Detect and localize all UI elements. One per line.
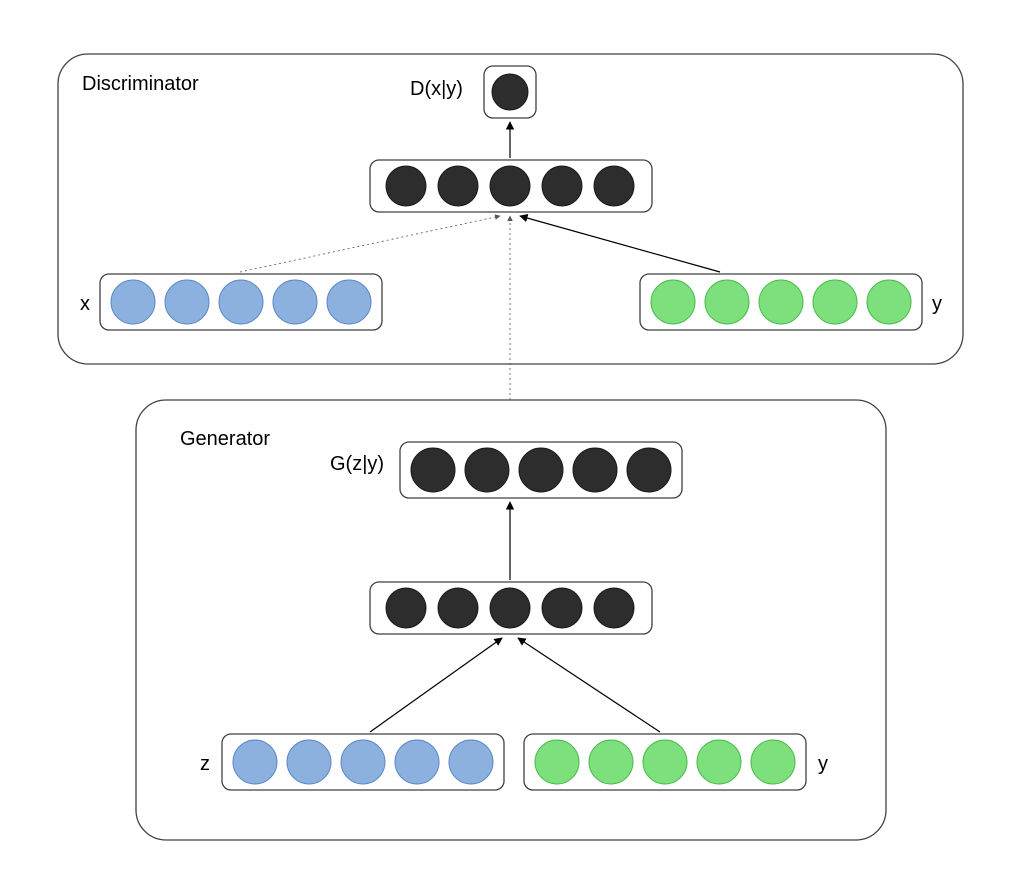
d_input_x-node (327, 280, 371, 324)
g_hidden-node (542, 588, 582, 628)
g_input_z-node (287, 740, 331, 784)
d_hidden-node (594, 166, 634, 206)
g_output-node (573, 448, 617, 492)
g_input_y-node (751, 740, 795, 784)
d_input_x-node (219, 280, 263, 324)
d_hidden-node (438, 166, 478, 206)
y-top-label: y (932, 293, 942, 315)
g_hidden-node (490, 588, 530, 628)
d_hidden-node (386, 166, 426, 206)
x-label: x (80, 293, 90, 315)
d_hidden-node (542, 166, 582, 206)
d_input_y-node (705, 280, 749, 324)
z-label: z (200, 753, 210, 775)
g_output-node (519, 448, 563, 492)
g_input_y-node (643, 740, 687, 784)
d_input_x-node (111, 280, 155, 324)
d_input_y-node (759, 280, 803, 324)
generator-title: Generator (180, 428, 270, 450)
g_input_z-node (233, 740, 277, 784)
g_input_z-node (449, 740, 493, 784)
g-hidden-group (370, 582, 652, 634)
g_hidden-node (438, 588, 478, 628)
d-hidden-group (370, 160, 652, 212)
g_input_y-node (589, 740, 633, 784)
g-output-label: G(z|y) (330, 453, 384, 475)
y-bottom-label: y (818, 753, 828, 775)
g_input_z-node (341, 740, 385, 784)
g_hidden-node (594, 588, 634, 628)
d_input_y-node (651, 280, 695, 324)
g_hidden-node (386, 588, 426, 628)
d-output-layer (492, 74, 528, 110)
d_input_y-node (813, 280, 857, 324)
d-input-x-group: x (80, 274, 382, 330)
d_input_x-node (273, 280, 317, 324)
g_output-node (465, 448, 509, 492)
generator-panel: Generator G(z|y) z y (136, 400, 886, 840)
d_input_x-node (165, 280, 209, 324)
g_input_y-node (535, 740, 579, 784)
d_input_y-node (867, 280, 911, 324)
discriminator-panel: Discriminator D(x|y) x y (58, 54, 963, 364)
g_input_z-node (395, 740, 439, 784)
d_hidden-node (490, 166, 530, 206)
g_output-node (627, 448, 671, 492)
cgan-diagram: Discriminator D(x|y) x y (0, 0, 1024, 887)
d-input-y-group: y (640, 274, 942, 330)
d_output-node (492, 74, 528, 110)
g-input-z-group: z (200, 734, 504, 790)
discriminator-title: Discriminator (82, 73, 199, 95)
g_input_y-node (697, 740, 741, 784)
g_output-node (411, 448, 455, 492)
g-input-y-group: y (524, 734, 828, 790)
d-output-label: D(x|y) (410, 78, 463, 100)
